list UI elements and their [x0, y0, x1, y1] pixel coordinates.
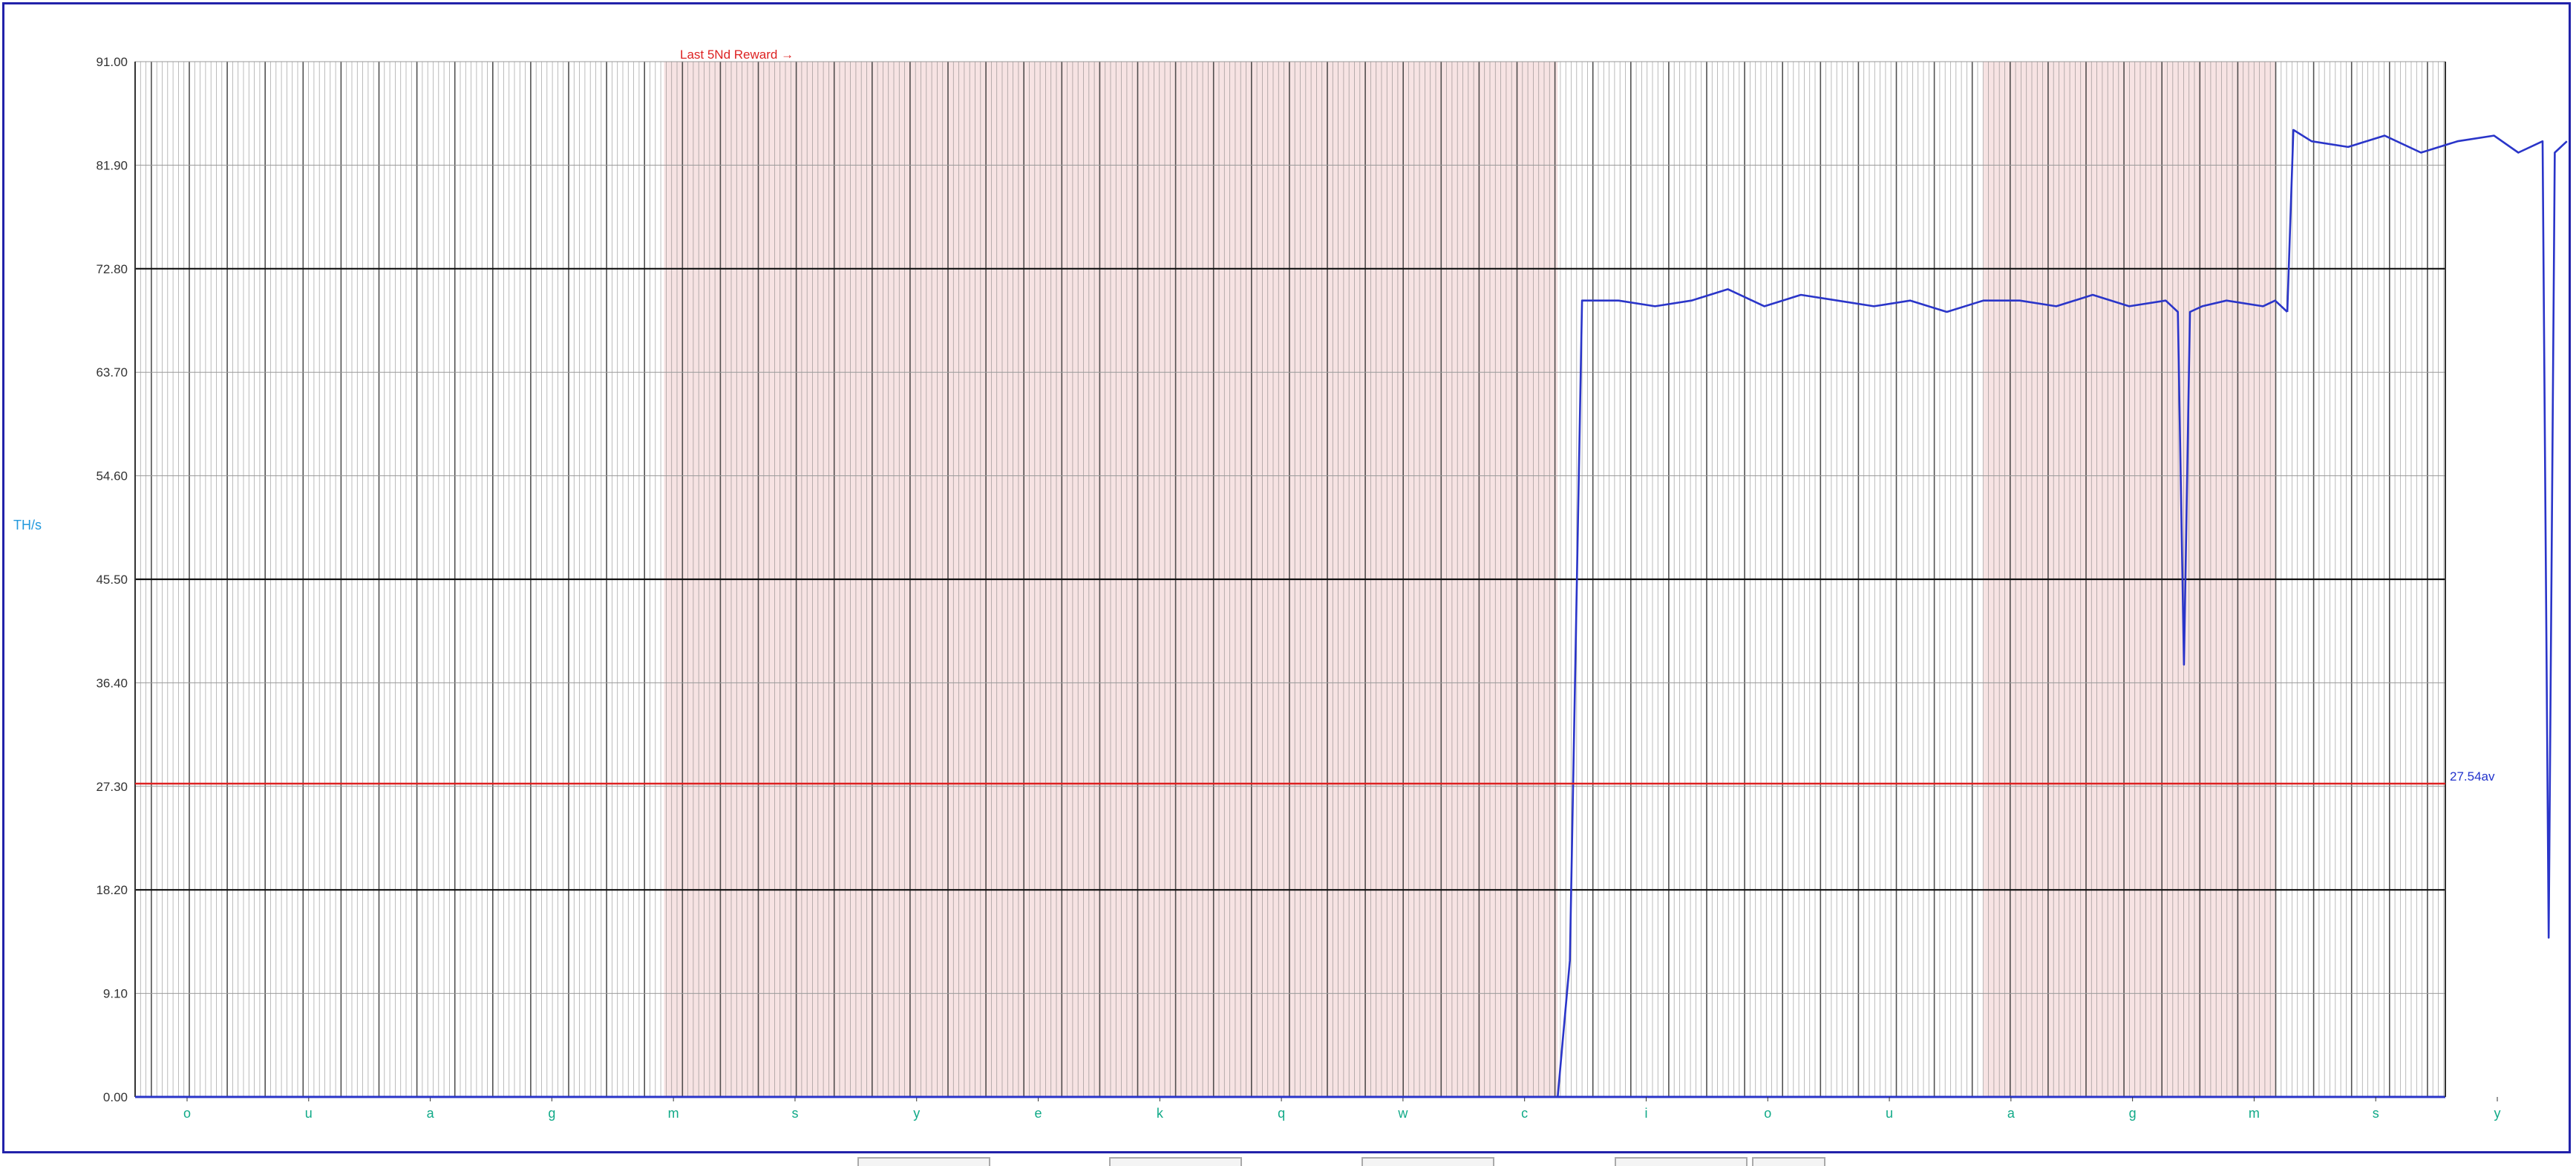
- x-tick-label: s: [791, 1106, 798, 1121]
- x-tick-label: o: [183, 1106, 191, 1121]
- y-tick-label: 45.50: [96, 573, 128, 587]
- last-reward-annotation: Last 5Nd Reward →: [680, 48, 794, 62]
- y-tick-label: 63.70: [96, 365, 128, 380]
- x-tick-label: s: [2373, 1106, 2379, 1121]
- x-tick-label: m: [668, 1106, 679, 1121]
- x-tick-label: u: [305, 1106, 313, 1121]
- x-tick-label: c: [1521, 1106, 1528, 1121]
- x-tick-label: o: [1764, 1106, 1771, 1121]
- x-tick-label: y: [913, 1106, 920, 1121]
- x-tick-label: m: [2249, 1106, 2260, 1121]
- bottom-button-5[interactable]: [1752, 1157, 1825, 1166]
- hashrate-chart: 0.00 9.10 18.20 27.30 36.40 45.50 54.60 63.70 72…: [13, 48, 2568, 1121]
- average-label: 27.54av: [2450, 769, 2495, 784]
- chart-frame: 0.00 9.10 18.20 27.30 36.40 45.50 54.60 63.70 72…: [2, 2, 2571, 1153]
- y-tick-label: 36.40: [96, 676, 128, 690]
- y-tick-label: 72.80: [96, 262, 128, 276]
- x-tick-label: y: [2494, 1106, 2501, 1121]
- y-tick-label: 9.10: [103, 987, 128, 1001]
- x-tick-label: g: [548, 1106, 555, 1121]
- x-tick-label: w: [1397, 1106, 1408, 1121]
- x-tick-label: a: [427, 1106, 435, 1121]
- y-tick-label: 18.20: [96, 883, 128, 897]
- bottom-button-3[interactable]: [1361, 1157, 1494, 1166]
- x-tick-label: i: [1644, 1106, 1647, 1121]
- bottom-button-1[interactable]: [857, 1157, 990, 1166]
- x-tick-label: e: [1035, 1106, 1042, 1121]
- y-tick-label: 54.60: [96, 469, 128, 483]
- y-tick-label: 0.00: [103, 1090, 128, 1104]
- y-tick-label: 91.00: [96, 55, 128, 69]
- x-tick-label: a: [2007, 1106, 2016, 1121]
- bottom-button-2[interactable]: [1109, 1157, 1242, 1166]
- y-tick-label: 81.90: [96, 158, 128, 172]
- x-tick-label: q: [1278, 1106, 1285, 1121]
- x-tick-label: k: [1157, 1106, 1164, 1121]
- bottom-button-4[interactable]: [1615, 1157, 1748, 1166]
- y-tick-label: 27.30: [96, 780, 128, 794]
- x-tick-label: g: [2129, 1106, 2137, 1121]
- y-axis-label: TH/s: [13, 518, 42, 532]
- x-tick-label: u: [1886, 1106, 1893, 1121]
